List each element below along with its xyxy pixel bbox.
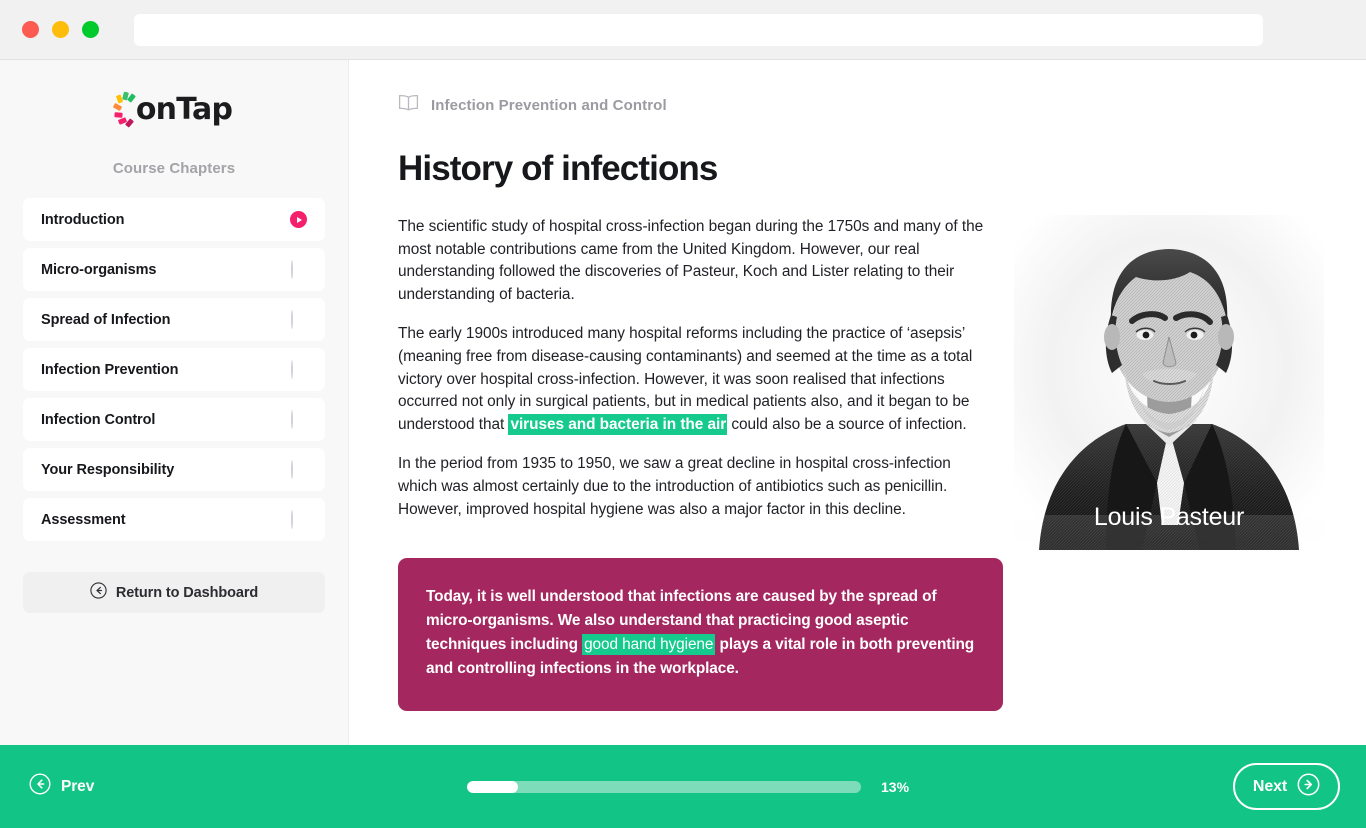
paragraph-1: The scientific study of hospital cross-i… [398, 216, 993, 306]
sidebar-item-assessment[interactable]: Assessment [23, 498, 325, 541]
sidebar-item-micro-organisms[interactable]: Micro-organisms [23, 248, 325, 291]
paragraph-text: In the period from 1935 to 1950, we saw … [398, 455, 951, 518]
status-circle-icon[interactable] [290, 410, 307, 429]
progress-bar [467, 780, 861, 793]
page-title: History of infections [398, 149, 718, 188]
logo-arc-icon [112, 91, 138, 128]
chapter-label: Infection Prevention [41, 361, 179, 378]
course-navigation-bar: Prev 13% Next [0, 745, 1366, 828]
status-circle-icon[interactable] [290, 360, 307, 379]
return-to-dashboard-button[interactable]: Return to Dashboard [23, 572, 325, 613]
chapter-label: Assessment [41, 511, 126, 528]
sidebar-item-infection-control[interactable]: Infection Control [23, 398, 325, 441]
progress-percent-label: 13% [881, 778, 910, 795]
highlighted-term-air: viruses and bacteria in the air [508, 413, 728, 435]
portrait-caption: Louis Pasteur [1093, 503, 1245, 531]
prev-label: Prev [61, 777, 95, 795]
sidebar-item-your-responsibility[interactable]: Your Responsibility [23, 448, 325, 491]
progress-bar-fill [467, 780, 519, 793]
main-content: Infection Prevention and Control History… [349, 60, 1366, 745]
close-window-button[interactable] [22, 21, 39, 38]
prev-button[interactable]: Prev [29, 773, 94, 800]
app-window: onTap Course Chapters Introduction Micro… [0, 0, 1366, 828]
chapter-label: Introduction [41, 211, 125, 228]
portrait-figure: Louis Pasteur [1014, 215, 1324, 555]
chapter-label: Infection Control [41, 411, 156, 428]
callout-text: Today, it is well understood that infect… [426, 585, 975, 681]
return-to-dashboard-label: Return to Dashboard [115, 584, 259, 601]
chapter-list: Introduction Micro-organisms Spread of I… [23, 198, 325, 541]
paragraph-text: could also be a source of infection. [727, 415, 967, 433]
logo-text: onTap [135, 91, 233, 127]
sidebar: onTap Course Chapters Introduction Micro… [0, 60, 349, 745]
status-circle-icon[interactable] [290, 510, 307, 529]
highlighted-term-hand-hygiene: good hand hygiene [582, 634, 716, 656]
arrow-left-circle-icon [29, 773, 51, 800]
maximize-window-button[interactable] [82, 21, 99, 38]
arrow-left-circle-icon [90, 581, 107, 604]
chapter-label: Your Responsibility [41, 461, 175, 478]
book-icon [398, 94, 419, 116]
brand-logo: onTap [0, 88, 348, 130]
next-label: Next [1252, 777, 1288, 795]
chapter-label: Micro-organisms [41, 261, 157, 278]
paragraph-3: In the period from 1935 to 1950, we saw … [398, 453, 993, 521]
breadcrumb: Infection Prevention and Control [398, 94, 1366, 116]
browser-titlebar [0, 0, 1366, 60]
course-progress: 13% [467, 779, 909, 795]
chapter-label: Spread of Infection [41, 311, 171, 328]
arrow-right-circle-icon [1297, 773, 1320, 801]
paragraph-text: The scientific study of hospital cross-i… [398, 218, 984, 303]
key-takeaway-callout: Today, it is well understood that infect… [398, 558, 1003, 712]
sidebar-item-introduction[interactable]: Introduction [23, 198, 325, 241]
minimize-window-button[interactable] [52, 21, 69, 38]
status-circle-icon[interactable] [290, 310, 307, 329]
status-circle-icon[interactable] [290, 260, 307, 279]
next-button[interactable]: Next [1233, 763, 1340, 810]
course-chapters-heading: Course Chapters [112, 160, 236, 177]
play-circle-icon[interactable] [290, 211, 307, 228]
article-text-column: The scientific study of hospital cross-i… [398, 216, 993, 538]
breadcrumb-label: Infection Prevention and Control [431, 96, 667, 114]
sidebar-item-infection-prevention[interactable]: Infection Prevention [23, 348, 325, 391]
sidebar-item-spread-of-infection[interactable]: Spread of Infection [23, 298, 325, 341]
address-bar[interactable] [134, 14, 1263, 46]
traffic-light-group [22, 21, 99, 38]
louis-pasteur-portrait-image [1014, 215, 1324, 550]
paragraph-2: The early 1900s introduced many hospital… [398, 323, 993, 436]
status-circle-icon[interactable] [290, 460, 307, 479]
